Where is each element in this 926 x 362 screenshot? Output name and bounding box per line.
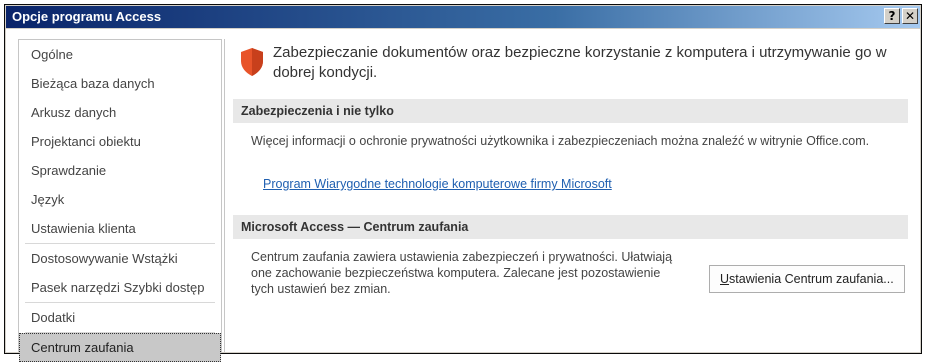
shield-icon: [241, 48, 263, 76]
button-label: stawienia Centrum zaufania...: [729, 272, 894, 286]
options-dialog: Opcje programu Access ? ✕ Ogólne Bieżąca…: [4, 4, 922, 362]
sidebar-item-jezyk[interactable]: Język: [19, 185, 221, 214]
sidebar-item-pasek-narzedzi[interactable]: Pasek narzędzi Szybki dostęp: [19, 273, 221, 302]
sidebar-nav: Ogólne Bieżąca baza danych Arkusz danych…: [18, 39, 222, 362]
privacy-info-text: Więcej informacji o ochronie prywatności…: [251, 134, 870, 148]
panel-description: Zabezpieczanie dokumentów oraz bezpieczn…: [273, 44, 887, 81]
main-panel: Zabezpieczanie dokumentów oraz bezpieczn…: [224, 39, 914, 352]
sidebar-item-dostosowywanie-wstazki[interactable]: Dostosowywanie Wstążki: [19, 244, 221, 273]
section-header-trust-center: Microsoft Access — Centrum zaufania: [233, 215, 908, 239]
sidebar-item-ogolne[interactable]: Ogólne: [19, 40, 221, 69]
sidebar-item-biezaca-baza[interactable]: Bieżąca baza danych: [19, 69, 221, 98]
window-title: Opcje programu Access: [12, 9, 162, 24]
dialog-client: Ogólne Bieżąca baza danych Arkusz danych…: [6, 29, 920, 362]
titlebar-buttons: ? ✕: [884, 8, 918, 24]
sidebar-item-centrum-zaufania[interactable]: Centrum zaufania: [19, 333, 221, 362]
help-button[interactable]: ?: [884, 8, 900, 24]
sidebar-item-ustawienia-klienta[interactable]: Ustawienia klienta: [19, 214, 221, 243]
sidebar-item-arkusz-danych[interactable]: Arkusz danych: [19, 98, 221, 127]
sidebar-item-dodatki[interactable]: Dodatki: [19, 303, 221, 332]
title-bar: Opcje programu Access ? ✕: [6, 6, 920, 28]
panel-header: Zabezpieczanie dokumentów oraz bezpieczn…: [225, 39, 914, 89]
trust-center-info-text: Centrum zaufania zawiera ustawienia zabe…: [251, 250, 673, 296]
close-button[interactable]: ✕: [902, 8, 918, 24]
sidebar-item-sprawdzanie[interactable]: Sprawdzanie: [19, 156, 221, 185]
button-accelerator: U: [720, 272, 730, 286]
sidebar-item-projektanci[interactable]: Projektanci obiektu: [19, 127, 221, 156]
trustworthy-computing-link[interactable]: Program Wiarygodne technologie komputero…: [263, 177, 612, 191]
trust-center-settings-button[interactable]: Ustawienia Centrum zaufania...: [709, 265, 905, 293]
section-header-security: Zabezpieczenia i nie tylko: [233, 99, 908, 123]
